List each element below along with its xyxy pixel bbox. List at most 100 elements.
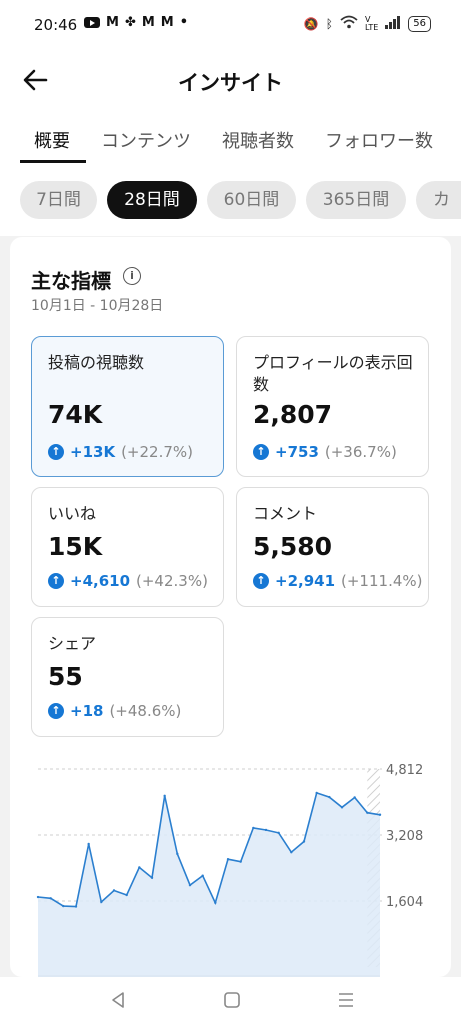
data-point [112, 889, 116, 892]
wifi-icon [340, 15, 358, 32]
metric-delta: ↑ +2,941 (+111.4%) [253, 572, 422, 590]
metric-card-post-views[interactable]: 投稿の視聴数 74K ↑ +13K (+22.7%) [31, 336, 224, 477]
tab-audience[interactable]: 視聴者数 [222, 127, 294, 153]
y-tick-label: 3,208 [386, 829, 423, 844]
metric-label: プロフィールの表示回数 [253, 353, 413, 394]
data-point [340, 806, 344, 809]
data-point [328, 795, 331, 799]
recents-nav-icon [339, 993, 353, 1007]
period-60-days-chip[interactable]: 60日間 [207, 181, 296, 219]
data-point [201, 874, 204, 877]
metric-card-profile-views[interactable]: プロフィールの表示回数 2,807 ↑ +753 (+36.7%) [236, 336, 429, 477]
delta-percent: (+36.7%) [324, 443, 397, 461]
delta-percent: (+22.7%) [121, 443, 194, 461]
data-point [49, 897, 52, 900]
arrow-up-icon: ↑ [48, 703, 64, 719]
period-selector: 7日間 28日間 60日間 365日間 カ [0, 164, 461, 236]
period-28-days-chip[interactable]: 28日間 [107, 181, 197, 219]
volte-icon: V LTE [364, 14, 379, 32]
period-365-days-chip[interactable]: 365日間 [306, 181, 406, 219]
data-point [100, 900, 103, 904]
arrow-up-icon: ↑ [253, 573, 269, 589]
data-point [239, 860, 242, 863]
arrow-up-icon: ↑ [253, 444, 269, 460]
tab-followers[interactable]: フォロワー数 [325, 127, 433, 153]
status-bar: 20:46 M ✤ M M • 🔕 ᛒ V LTE 56 [0, 0, 461, 52]
nav-recents-button[interactable] [331, 985, 361, 1015]
status-time: 20:46 [34, 16, 78, 34]
gmail-icon: M [141, 15, 155, 30]
data-point [378, 813, 382, 816]
tab-overview[interactable]: 概要 [34, 127, 70, 153]
metric-label: コメント [253, 504, 318, 523]
gmail-icon: M [106, 15, 119, 30]
metric-delta: ↑ +13K (+22.7%) [48, 443, 193, 461]
system-icons: 🔕 ᛒ V LTE 56 [304, 15, 431, 32]
mute-icon: 🔕 [303, 16, 319, 31]
info-icon[interactable]: i [123, 267, 141, 285]
metric-value: 74K [48, 400, 103, 429]
metric-value: 55 [48, 662, 83, 691]
data-point [252, 826, 255, 830]
delta-value: +753 [275, 443, 319, 461]
youtube-icon [84, 17, 100, 28]
data-point [290, 850, 293, 854]
system-nav-bar [0, 977, 461, 1024]
period-custom-chip[interactable]: カ [416, 181, 461, 219]
app-bar: インサイト [0, 52, 461, 110]
data-point [214, 901, 217, 905]
data-point [150, 876, 154, 879]
metric-delta: ↑ +18 (+48.6%) [48, 702, 181, 720]
period-7-days-chip[interactable]: 7日間 [20, 181, 97, 219]
tab-bar: 概要 コンテンツ 視聴者数 フォロワー数 [0, 110, 461, 165]
metric-value: 5,580 [253, 532, 333, 561]
data-point [36, 895, 40, 899]
data-point [315, 791, 318, 795]
bluetooth-icon: ᛒ [325, 16, 333, 31]
metric-card-shares[interactable]: シェア 55 ↑ +18 (+48.6%) [31, 617, 224, 737]
nav-home-button[interactable] [217, 985, 247, 1015]
active-tab-indicator [20, 160, 86, 163]
page-title: インサイト [178, 71, 283, 95]
metric-label: いいね [48, 504, 97, 523]
metric-value: 2,807 [253, 400, 333, 429]
metric-card-likes[interactable]: いいね 15K ↑ +4,610 (+42.3%) [31, 487, 224, 607]
data-point [277, 831, 280, 835]
back-nav-icon [112, 992, 124, 1008]
metric-value: 15K [48, 532, 103, 561]
delta-percent: (+48.6%) [109, 702, 182, 720]
metric-label: シェア [48, 634, 97, 653]
views-trend-chart: 4,812 3,208 1,604 [36, 763, 423, 977]
section-title: 主な指標 [31, 269, 111, 293]
delta-value: +13K [70, 443, 116, 461]
tab-content[interactable]: コンテンツ [101, 127, 191, 153]
metric-delta: ↑ +753 (+36.7%) [253, 443, 397, 461]
pinwheel-icon: ✤ [124, 15, 136, 30]
date-range: 10月1日 - 10月28日 [31, 298, 164, 314]
data-point [138, 866, 141, 869]
signal-icon [385, 15, 401, 32]
data-point [125, 893, 128, 897]
battery-icon: 56 [408, 15, 431, 32]
data-point [226, 857, 230, 861]
metric-card-comments[interactable]: コメント 5,580 ↑ +2,941 (+111.4%) [236, 487, 429, 607]
nav-back-button[interactable] [103, 985, 133, 1015]
metric-label: 投稿の視聴数 [48, 353, 145, 372]
series-area [38, 792, 380, 977]
arrow-up-icon: ↑ [48, 444, 64, 460]
data-point [353, 796, 356, 799]
notification-icons: M ✤ M M • [84, 15, 188, 30]
delta-value: +18 [70, 702, 104, 720]
data-point [366, 811, 369, 814]
data-point [264, 828, 268, 832]
delta-percent: (+111.4%) [341, 572, 423, 590]
y-tick-label: 4,812 [386, 763, 423, 778]
data-point [74, 905, 78, 908]
gmail-icon: M [160, 15, 174, 30]
y-tick-label: 1,604 [386, 895, 423, 910]
data-point [302, 840, 306, 843]
data-point [62, 904, 65, 908]
delta-value: +4,610 [70, 572, 131, 590]
arrow-up-icon: ↑ [48, 573, 64, 589]
delta-percent: (+42.3%) [136, 572, 208, 590]
